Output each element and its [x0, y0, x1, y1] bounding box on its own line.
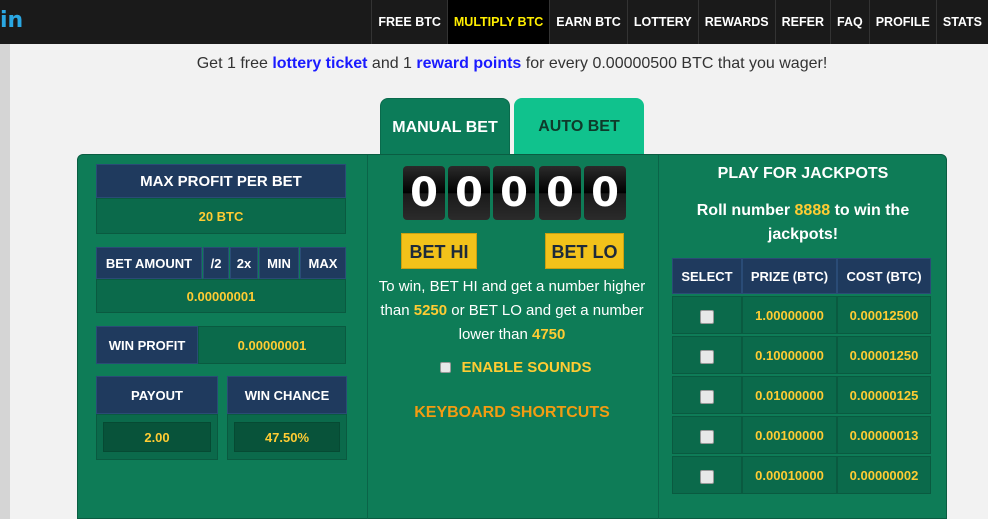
min-bet-button[interactable]: MIN — [259, 247, 299, 279]
roll-digit-2: 0 — [448, 166, 490, 220]
jackpot-cost-5: 0.00000002 — [837, 456, 931, 494]
jackpot-select-2[interactable] — [672, 336, 742, 374]
win-chance-input[interactable]: 47.50% — [234, 422, 340, 452]
enable-sounds-label[interactable]: ENABLE SOUNDS — [461, 359, 591, 376]
jackpot-prize-2: 0.10000000 — [742, 336, 837, 374]
enable-sounds-checkbox[interactable] — [440, 362, 451, 374]
wager-banner: Get 1 free lottery ticket and 1 reward p… — [0, 55, 988, 73]
nav-refer[interactable]: REFER — [774, 0, 830, 44]
roll-line-2: jackpots! — [767, 226, 839, 243]
rule-line-2: than 5250 or BET LO and get a number — [367, 299, 657, 323]
main-nav: FREE BTC MULTIPLY BTC EARN BTC LOTTERY R… — [371, 0, 988, 44]
jackpot-prize-3: 0.01000000 — [742, 376, 837, 414]
keyboard-shortcuts-link[interactable]: KEYBOARD SHORTCUTS — [367, 404, 657, 422]
jackpot-prize-1: 1.00000000 — [742, 296, 837, 334]
top-nav-bar: in FREE BTC MULTIPLY BTC EARN BTC LOTTER… — [0, 0, 988, 44]
double-bet-button[interactable]: 2x — [230, 247, 258, 279]
col-prize: PRIZE (BTC) — [742, 258, 837, 294]
banner-middle: and 1 — [367, 55, 417, 72]
jackpot-cost-3: 0.00000125 — [837, 376, 931, 414]
nav-profile[interactable]: PROFILE — [868, 0, 936, 44]
jackpot-title: PLAY FOR JACKPOTS — [717, 165, 889, 182]
jackpot-checkbox-5[interactable] — [700, 469, 714, 484]
win-profit-value: 0.00000001 — [198, 326, 346, 364]
lottery-ticket-link[interactable]: lottery ticket — [272, 55, 367, 72]
roll-prefix: Roll number — [696, 202, 795, 219]
max-bet-button[interactable]: MAX — [300, 247, 346, 279]
payout-input[interactable]: 2.00 — [103, 422, 211, 452]
jackpot-cost-4: 0.00000013 — [837, 416, 931, 454]
jackpot-checkbox-4[interactable] — [700, 429, 714, 444]
roll-digit-5: 0 — [584, 166, 626, 220]
jackpot-select-3[interactable] — [672, 376, 742, 414]
lo-threshold: 4750 — [532, 326, 566, 343]
nav-earn-btc[interactable]: EARN BTC — [549, 0, 627, 44]
nav-multiply-btc[interactable]: MULTIPLY BTC — [446, 0, 550, 44]
jackpot-roll-number: 8888 — [794, 202, 831, 219]
hi-threshold: 5250 — [413, 302, 448, 319]
win-rules-text: To win, BET HI and get a number higher t… — [367, 275, 657, 347]
roll-suffix: to win the — [830, 202, 910, 219]
enable-sounds-row[interactable]: ENABLE SOUNDS — [440, 359, 591, 377]
payout-label: PAYOUT — [96, 376, 218, 414]
jackpot-cost-2: 0.00001250 — [837, 336, 931, 374]
site-logo[interactable]: in — [0, 8, 23, 33]
jackpot-select-4[interactable] — [672, 416, 742, 454]
roll-digit-1: 0 — [403, 166, 445, 220]
tab-auto-bet[interactable]: AUTO BET — [514, 98, 644, 156]
rule-line-2b: or BET LO and get a number — [447, 302, 644, 319]
nav-free-btc[interactable]: FREE BTC — [371, 0, 447, 44]
max-profit-label: MAX PROFIT PER BET — [96, 164, 346, 198]
max-profit-value: 20 BTC — [96, 198, 346, 234]
nav-stats[interactable]: STATS — [935, 0, 988, 44]
nav-rewards[interactable]: REWARDS — [697, 0, 775, 44]
banner-prefix: Get 1 free — [196, 55, 273, 72]
jackpot-checkbox-3[interactable] — [700, 389, 714, 404]
rule-line-3a: lower than — [458, 326, 532, 343]
rule-line-3: lower than 4750 — [367, 323, 657, 347]
jackpot-cost-1: 0.00012500 — [837, 296, 931, 334]
reward-points-link[interactable]: reward points — [416, 55, 521, 72]
left-gutter — [0, 44, 10, 519]
jackpot-prize-4: 0.00100000 — [742, 416, 837, 454]
col-cost: COST (BTC) — [837, 258, 931, 294]
jackpot-instructions: Roll number 8888 to win the jackpots! — [672, 199, 934, 247]
panel-divider-right — [658, 155, 659, 519]
jackpot-select-1[interactable] — [672, 296, 742, 334]
jackpot-select-5[interactable] — [672, 456, 742, 494]
nav-faq[interactable]: FAQ — [830, 0, 869, 44]
win-profit-label: WIN PROFIT — [96, 326, 198, 364]
jackpot-prize-5: 0.00010000 — [742, 456, 837, 494]
bet-hi-button[interactable]: BET HI — [401, 233, 477, 269]
col-select: SELECT — [672, 258, 742, 294]
tab-manual-bet[interactable]: MANUAL BET — [380, 98, 510, 156]
bet-lo-button[interactable]: BET LO — [545, 233, 624, 269]
bet-amount-label: BET AMOUNT — [96, 247, 202, 279]
halve-bet-button[interactable]: /2 — [203, 247, 229, 279]
jackpot-checkbox-1[interactable] — [700, 309, 714, 324]
jackpot-checkbox-2[interactable] — [700, 349, 714, 364]
bet-amount-input[interactable]: 0.00000001 — [96, 279, 346, 313]
roll-digit-3: 0 — [493, 166, 535, 220]
win-chance-label: WIN CHANCE — [227, 376, 347, 414]
rule-line-1: To win, BET HI and get a number higher — [378, 278, 646, 295]
rule-line-2a: than — [380, 302, 414, 319]
nav-lottery[interactable]: LOTTERY — [626, 0, 698, 44]
banner-suffix: for every 0.00000500 BTC that you wager! — [521, 55, 828, 72]
roll-digit-4: 0 — [539, 166, 581, 220]
